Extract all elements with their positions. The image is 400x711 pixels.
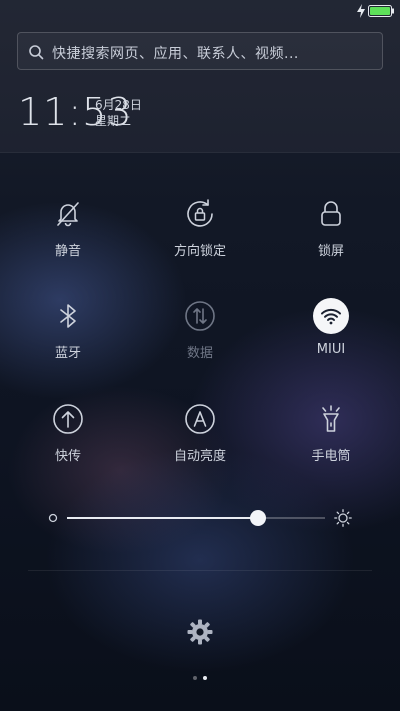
search-icon — [29, 45, 44, 60]
tile-rotation-lock[interactable]: 方向锁定 — [145, 196, 255, 259]
tile-wifi[interactable]: MIUI — [276, 298, 386, 357]
tile-quick-transfer[interactable]: 快传 — [13, 401, 123, 464]
tile-label: 数据 — [186, 346, 213, 361]
tile-label: 静音 — [54, 244, 81, 259]
tile-mobile-data[interactable]: 数据 — [145, 298, 255, 361]
page-dot — [203, 676, 207, 680]
status-bar — [0, 0, 400, 22]
tile-bluetooth[interactable]: 蓝牙 — [13, 298, 123, 361]
brightness-low-icon — [48, 513, 58, 523]
search-input[interactable]: 快捷搜索网页、应用、联系人、视频... — [52, 43, 299, 63]
tile-label: 锁屏 — [317, 244, 344, 259]
tile-flashlight[interactable]: 手电筒 — [276, 401, 386, 464]
tile-label: 蓝牙 — [54, 346, 81, 361]
page-indicator — [190, 676, 210, 682]
divider — [28, 570, 372, 571]
search-bar[interactable]: 快捷搜索网页、应用、联系人、视频... — [17, 32, 383, 70]
page-dot — [193, 676, 197, 680]
tile-lock-screen[interactable]: 锁屏 — [276, 196, 386, 259]
bluetooth-icon — [60, 304, 76, 328]
weekday-text: 星期二 — [95, 114, 132, 128]
auto-brightness-icon — [185, 404, 215, 434]
charging-icon — [357, 4, 365, 18]
tile-label: 快传 — [54, 449, 81, 464]
tile-label: 方向锁定 — [173, 244, 226, 259]
clock-date: 6月28日 星期二 — [95, 97, 142, 129]
tile-silent[interactable]: 静音 — [13, 196, 123, 259]
brightness-fill — [67, 517, 258, 519]
lock-icon — [321, 201, 341, 226]
quick-transfer-icon — [53, 404, 83, 434]
tile-auto-brightness[interactable]: 自动亮度 — [145, 401, 255, 464]
tile-label: 手电筒 — [311, 449, 351, 464]
brightness-slider[interactable] — [67, 510, 325, 526]
flashlight-icon — [322, 405, 340, 432]
battery-icon — [368, 5, 394, 17]
wifi-icon — [313, 298, 349, 334]
date-text: 6月28日 — [95, 98, 142, 112]
tile-label: MIUI — [316, 342, 346, 357]
mobile-data-icon — [185, 301, 215, 331]
brightness-high-icon — [334, 509, 352, 527]
tile-label: 自动亮度 — [173, 449, 226, 464]
rotation-lock-icon — [187, 199, 213, 227]
header-divider — [0, 152, 400, 153]
settings-gear-icon[interactable] — [186, 618, 214, 646]
brightness-thumb[interactable] — [249, 510, 266, 526]
bell-off-icon — [57, 202, 79, 227]
